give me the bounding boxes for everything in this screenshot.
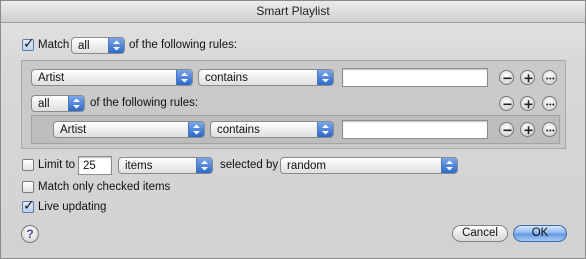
up-down-chevron-icon xyxy=(196,158,212,173)
group-rule-remove-button[interactable] xyxy=(499,122,514,137)
live-updating-checkbox[interactable]: ✓ xyxy=(22,197,35,213)
window-title: Smart Playlist xyxy=(1,1,585,23)
help-button[interactable]: ? xyxy=(21,225,39,243)
plus-circle-icon xyxy=(524,74,533,83)
up-down-chevron-icon xyxy=(188,122,204,137)
group-remove-button[interactable] xyxy=(499,96,514,111)
plus-circle-icon xyxy=(524,100,533,109)
match-checked-checkbox[interactable] xyxy=(22,181,34,193)
smart-playlist-dialog: Smart Playlist ✓ Match all of the follow… xyxy=(0,0,586,259)
group-quantifier-popup[interactable]: all xyxy=(31,95,85,112)
match-quantifier-value: all xyxy=(78,40,90,52)
match-checked-label: Match only checked items xyxy=(38,181,171,193)
up-down-chevron-icon xyxy=(176,70,192,85)
limit-value-text: 25 xyxy=(83,160,96,172)
group-rule-field-popup[interactable]: Artist xyxy=(53,121,205,138)
plus-circle-icon xyxy=(524,126,533,135)
up-down-chevron-icon xyxy=(108,38,124,53)
rule1-value-field[interactable] xyxy=(342,68,488,87)
limit-unit-popup[interactable]: items xyxy=(118,157,213,174)
match-quantifier-popup[interactable]: all xyxy=(71,37,125,54)
group-rule-operator-value: contains xyxy=(217,124,260,136)
up-down-chevron-icon xyxy=(68,96,84,111)
group-suffix: of the following rules: xyxy=(90,97,199,109)
group-quantifier-value: all xyxy=(38,98,50,110)
minus-circle-icon xyxy=(503,77,512,80)
group-add-button[interactable] xyxy=(520,96,535,111)
checkmark-icon: ✓ xyxy=(23,197,35,213)
group-rule-more-button[interactable] xyxy=(542,122,557,137)
group-rule-value-field[interactable] xyxy=(342,120,488,139)
selected-by-popup[interactable]: random xyxy=(280,157,458,174)
group-more-button[interactable] xyxy=(542,96,557,111)
checkmark-icon: ✓ xyxy=(23,35,35,51)
live-updating-label: Live updating xyxy=(38,201,107,213)
up-down-chevron-icon xyxy=(317,70,333,85)
minus-circle-icon xyxy=(503,103,512,106)
ellipsis-circle-icon xyxy=(546,77,555,80)
match-label: Match xyxy=(38,39,70,51)
up-down-chevron-icon xyxy=(317,122,333,137)
selected-by-value: random xyxy=(287,160,326,172)
minus-circle-icon xyxy=(503,129,512,132)
group-rule-field-value: Artist xyxy=(60,124,87,136)
rule1-operator-popup[interactable]: contains xyxy=(198,69,334,86)
limit-label: Limit to xyxy=(38,159,76,171)
match-checkbox[interactable]: ✓ xyxy=(22,35,35,51)
rule1-more-button[interactable] xyxy=(542,70,557,85)
group-rule-add-button[interactable] xyxy=(520,122,535,137)
up-down-chevron-icon xyxy=(441,158,457,173)
rule1-field-value: Artist xyxy=(38,72,65,84)
limit-checkbox[interactable] xyxy=(22,159,34,171)
rule1-add-button[interactable] xyxy=(520,70,535,85)
rule1-remove-button[interactable] xyxy=(499,70,514,85)
ellipsis-circle-icon xyxy=(546,129,555,132)
limit-unit-value: items xyxy=(125,160,153,172)
group-rule-operator-popup[interactable]: contains xyxy=(210,121,334,138)
ok-button[interactable]: OK xyxy=(513,225,567,242)
limit-value-field[interactable]: 25 xyxy=(78,156,112,175)
match-suffix: of the following rules: xyxy=(129,39,238,51)
ellipsis-circle-icon xyxy=(546,103,555,106)
rule1-operator-value: contains xyxy=(205,72,248,84)
cancel-button[interactable]: Cancel xyxy=(452,225,508,242)
rule1-field-popup[interactable]: Artist xyxy=(31,69,193,86)
selected-by-label: selected by xyxy=(220,159,279,171)
